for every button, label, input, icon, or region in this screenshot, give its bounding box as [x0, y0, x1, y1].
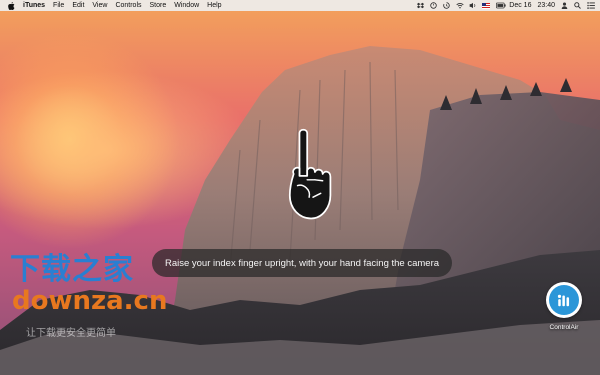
- menubar-date[interactable]: Dec 16: [509, 2, 531, 9]
- menu-controls[interactable]: Controls: [115, 2, 141, 9]
- watermark-subtitle: 让下载更安全更简单: [26, 328, 116, 339]
- instruction-text: Raise your index finger upright, with yo…: [164, 257, 440, 269]
- watermark: 下载之家 downza.cn 让下载更安全更简单: [8, 244, 178, 339]
- battery-icon[interactable]: [496, 2, 506, 9]
- apple-icon[interactable]: [8, 1, 15, 10]
- controlair-glyph-icon: [557, 294, 570, 307]
- watermark-title: 下载之家: [10, 252, 134, 287]
- menu-help[interactable]: Help: [207, 2, 221, 9]
- timer-icon[interactable]: [430, 2, 438, 9]
- notification-center-icon[interactable]: [587, 2, 595, 9]
- time-machine-icon[interactable]: [443, 2, 450, 9]
- menu-file[interactable]: File: [53, 2, 64, 9]
- menu-window[interactable]: Window: [174, 2, 199, 9]
- watermark-domain: downza.cn: [12, 286, 168, 316]
- controlair-app-icon[interactable]: [546, 282, 582, 318]
- gesture-instruction: Raise your index finger upright, with yo…: [152, 249, 452, 277]
- index-finger-up-icon: [288, 128, 332, 220]
- user-icon[interactable]: [561, 2, 568, 9]
- flag-icon[interactable]: [482, 2, 491, 9]
- desktop-screen: iTunes File Edit View Controls Store Win…: [0, 0, 600, 375]
- volume-icon[interactable]: [469, 2, 476, 9]
- menu-view[interactable]: View: [92, 2, 107, 9]
- menubar-time[interactable]: 23:40: [537, 2, 555, 9]
- wifi-icon[interactable]: [456, 2, 464, 9]
- controlair-icon-badge: [549, 285, 579, 315]
- menu-edit[interactable]: Edit: [72, 2, 84, 9]
- dropbox-icon[interactable]: [417, 2, 425, 9]
- app-menu[interactable]: iTunes: [23, 2, 45, 9]
- desktop-icon-controlair[interactable]: ControlAir: [540, 282, 588, 338]
- spotlight-icon[interactable]: [574, 2, 581, 9]
- menu-store[interactable]: Store: [150, 2, 167, 9]
- desktop-icon-label: ControlAir: [549, 324, 579, 331]
- menu-bar: iTunes File Edit View Controls Store Win…: [0, 0, 600, 11]
